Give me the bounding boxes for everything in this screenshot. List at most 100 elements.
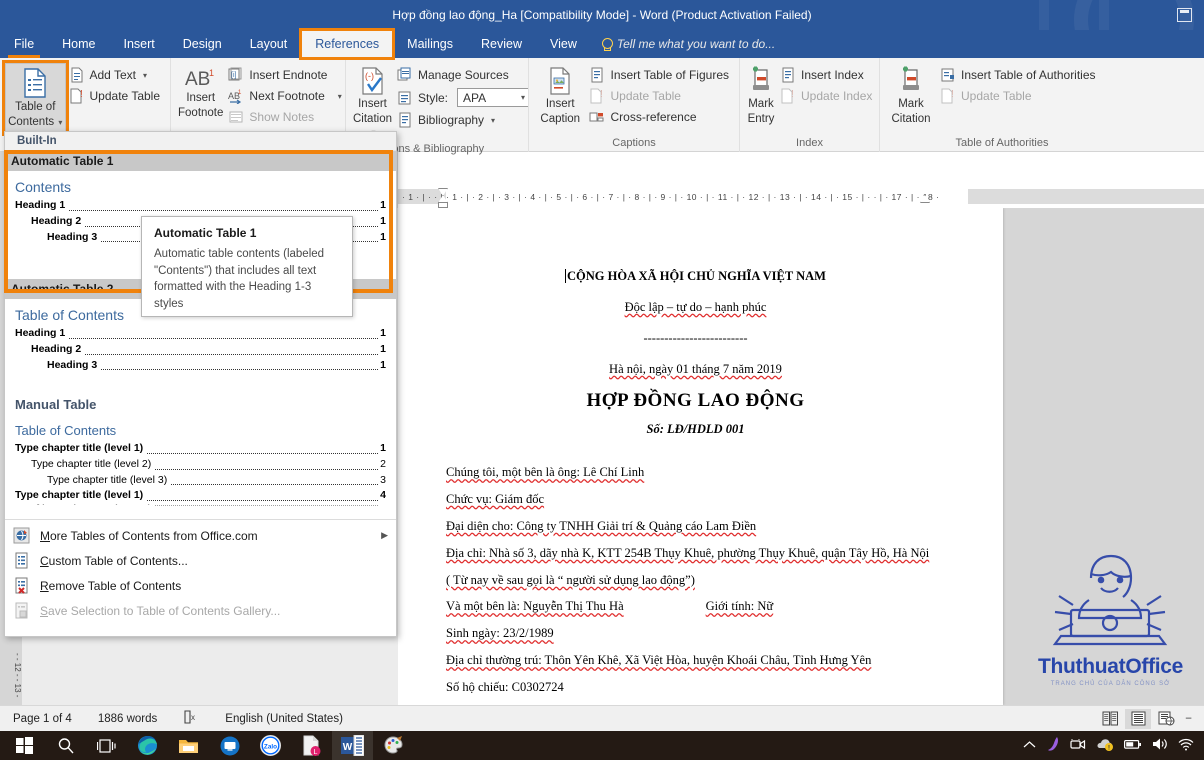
tab-view[interactable]: View <box>536 30 591 58</box>
document-body[interactable]: CỘNG HÒA XÃ HỘI CHỦ NGHĨA VIỆT NAM Độc l… <box>398 208 1003 696</box>
toc-gallery-menu: More Tables of Contents from Office.com … <box>5 519 396 625</box>
insert-footnote-button[interactable]: AB 1 Insert Footnote <box>176 63 225 123</box>
task-view-button[interactable] <box>86 731 127 760</box>
horizontal-ruler[interactable]: · 1 · | · · | · 1 · | · 2 · | · 3 · | · … <box>398 186 1204 208</box>
mark-citation-button[interactable]: Mark Citation <box>885 63 937 129</box>
status-page-number[interactable]: Page 1 of 4 <box>0 713 85 725</box>
menu-item-more-tables-from-office[interactable]: More Tables of Contents from Office.com … <box>5 523 396 548</box>
show-hidden-icons-button[interactable] <box>1023 740 1036 752</box>
teamviewer-button[interactable] <box>209 731 250 760</box>
search-button[interactable] <box>45 731 86 760</box>
camera-indicator[interactable] <box>1070 738 1086 754</box>
menu-label-remove-toc: Remove Table of Contents <box>40 579 181 593</box>
doc-line-6: Chúng tôi, một bên là ông: Lê Chí Linh <box>446 465 645 480</box>
web-layout-view-button[interactable] <box>1153 709 1179 729</box>
gallery-item-manual-table[interactable]: Manual Table Table of Contents Type chap… <box>5 394 396 519</box>
insert-index-button[interactable]: Insert Index <box>777 65 877 85</box>
tab-layout[interactable]: Layout <box>236 30 302 58</box>
toc-preview-row: Heading 1 1 <box>15 326 386 342</box>
toc-row-label: Heading 2 <box>31 342 82 355</box>
chevron-right-icon: ▶ <box>381 530 388 540</box>
status-word-count[interactable]: 1886 words <box>85 713 170 725</box>
onedrive-indicator[interactable]: ! <box>1096 737 1114 754</box>
toc-row-page: 1 <box>380 342 386 355</box>
file-explorer-button[interactable] <box>168 731 209 760</box>
update-index-icon: ! <box>780 88 796 104</box>
volume-indicator[interactable] <box>1152 737 1168 754</box>
paint-button[interactable] <box>373 731 414 760</box>
leader-dots <box>85 353 379 355</box>
battery-indicator[interactable] <box>1124 739 1142 753</box>
table-of-contents-button[interactable]: Table of Contents ▾ <box>2 59 69 137</box>
zalo-button[interactable]: Zalo <box>250 731 291 760</box>
zoom-out-button[interactable]: − <box>1181 713 1196 725</box>
show-notes-icon <box>228 109 244 125</box>
insert-endnote-button[interactable]: [i] Insert Endnote <box>225 65 346 85</box>
tab-file[interactable]: File <box>0 30 48 58</box>
bibliography-button[interactable]: Bibliography ▾ <box>394 110 534 130</box>
svg-text:1: 1 <box>209 68 214 78</box>
cross-reference-button[interactable]: Cross-reference <box>586 107 734 127</box>
menu-label-custom-toc: Custom Table of Contents... <box>40 554 188 568</box>
tab-references[interactable]: References <box>299 28 396 60</box>
update-table-button[interactable]: ! Update Table <box>66 86 166 106</box>
svg-text:!: ! <box>600 89 603 100</box>
network-indicator[interactable] <box>1178 738 1194 754</box>
status-language[interactable]: English (United States) <box>212 713 356 725</box>
ribbon-display-options-icon[interactable] <box>1177 8 1192 22</box>
next-footnote-button[interactable]: AB 1 Next Footnote ▾ <box>225 86 346 106</box>
chevron-down-icon[interactable]: ▾ <box>521 93 525 102</box>
table-of-contents-gallery[interactable]: Built-In Automatic Table 1 Contents Head… <box>4 131 397 637</box>
insert-table-of-authorities-button[interactable]: Insert Table of Authorities <box>937 65 1101 85</box>
chevron-down-icon[interactable]: ▾ <box>143 71 147 80</box>
proofing-errors-icon[interactable]: x <box>170 710 212 727</box>
chevron-down-icon[interactable]: ▾ <box>338 92 342 101</box>
insert-table-of-figures-button[interactable]: Insert Table of Figures <box>586 65 734 85</box>
chevron-down-icon[interactable]: ▾ <box>491 116 495 125</box>
manage-sources-button[interactable]: Manage Sources <box>394 65 534 85</box>
tab-review-label: Review <box>481 37 523 51</box>
add-text-button[interactable]: Add Text ▾ <box>66 65 166 85</box>
windows-logo-icon <box>16 737 33 754</box>
update-table-authorities-button: ! Update Table <box>937 86 1101 106</box>
tab-mailings[interactable]: Mailings <box>393 30 467 58</box>
accel-letter: C <box>40 553 49 568</box>
insert-caption-button[interactable]: Insert Caption <box>534 63 586 129</box>
chevron-down-icon[interactable]: ▾ <box>56 118 62 127</box>
tab-mailings-label: Mailings <box>407 37 454 51</box>
insert-index-icon <box>780 67 796 83</box>
insert-index-label: Insert Index <box>801 68 864 82</box>
save-selection-icon <box>13 602 30 619</box>
gallery-item-3-preview: Table of Contents Type chapter title (le… <box>5 415 396 519</box>
print-layout-view-button[interactable] <box>1125 708 1152 729</box>
gallery-item-3-name: Manual Table <box>5 394 396 415</box>
tab-insert[interactable]: Insert <box>110 30 169 58</box>
edge-button[interactable] <box>127 731 168 760</box>
group-label-authorities: Table of Authorities <box>955 137 1049 149</box>
tab-review[interactable]: Review <box>467 30 536 58</box>
word-button[interactable]: W <box>332 731 373 760</box>
mark-entry-button[interactable]: Mark Entry <box>745 63 777 129</box>
read-mode-view-button[interactable] <box>1097 709 1123 729</box>
unikey-button[interactable]: L <box>291 731 332 760</box>
doc-line-5: Số: LĐ/HDLD 001 <box>646 422 745 437</box>
next-footnote-icon: AB 1 <box>228 88 244 104</box>
ime-indicator[interactable] <box>1046 736 1060 755</box>
update-table-authorities-label: Update Table <box>961 89 1032 103</box>
wifi-icon <box>1178 738 1194 750</box>
menu-label-more-tables: More Tables of Contents from Office.com <box>40 529 258 543</box>
toc-row-page: 2 <box>380 457 386 470</box>
mark-citation-label-line2: Citation <box>891 113 931 126</box>
table-of-contents-label-line2: Contents <box>8 116 55 129</box>
footnote-small-buttons: [i] Insert Endnote AB 1 Next Footnote ▾ S… <box>225 63 346 127</box>
menu-item-remove-table-of-contents[interactable]: Remove Table of Contents <box>5 573 396 598</box>
document-page[interactable]: CỘNG HÒA XÃ HỘI CHỦ NGHĨA VIỆT NAM Độc l… <box>398 208 1003 705</box>
tell-me-search[interactable]: Tell me what you want to do... <box>591 30 785 58</box>
tab-design[interactable]: Design <box>169 30 236 58</box>
vertical-ruler[interactable]: - - 12 - - 13 - <box>6 640 22 710</box>
tab-home[interactable]: Home <box>48 30 109 58</box>
citation-style-row[interactable]: Style: APA ▾ <box>394 86 534 109</box>
citation-style-select[interactable]: APA ▾ <box>457 88 530 107</box>
start-button[interactable] <box>4 731 45 760</box>
menu-item-custom-table-of-contents[interactable]: Custom Table of Contents... <box>5 548 396 573</box>
